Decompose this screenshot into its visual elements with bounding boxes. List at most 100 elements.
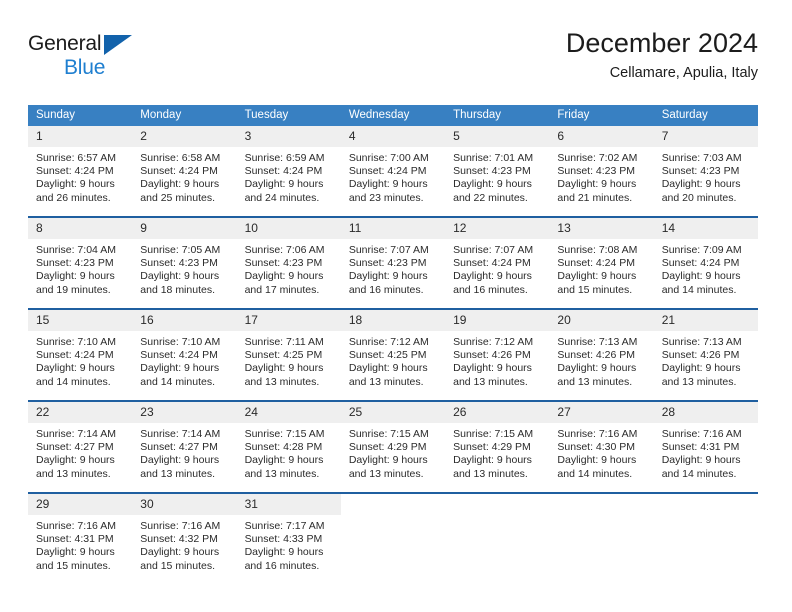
calendar-day-cell-empty bbox=[340, 492, 446, 576]
page-title: December 2024 bbox=[565, 28, 758, 58]
daylight-text-line2: and 13 minutes. bbox=[453, 375, 528, 388]
calendar-day-cell[interactable]: 14 Sunrise: 7:09 AM Sunset: 4:24 PM Dayligh… bbox=[653, 216, 758, 300]
week-spacer bbox=[28, 392, 758, 401]
day-number bbox=[340, 494, 446, 515]
sunset-text: Sunset: 4:28 PM bbox=[244, 441, 323, 454]
sunrise-text: Sunrise: 7:04 AM bbox=[36, 244, 116, 256]
calendar-day-cell[interactable]: 4 Sunrise: 7:00 AM Sunset: 4:24 PM Daylight… bbox=[340, 126, 446, 208]
daylight-text-line1: Daylight: 9 hours bbox=[348, 270, 428, 283]
daylight-text-line2: and 14 minutes. bbox=[557, 467, 633, 480]
calendar-day-cell[interactable]: 31 Sunrise: 7:17 AM Sunset: 4:33 PM Dayligh… bbox=[236, 492, 341, 576]
page-subtitle-location: Cellamare, Apulia, Italy bbox=[609, 65, 758, 81]
calendar-day-cell[interactable]: 26 Sunrise: 7:15 AM Sunset: 4:29 PM Dayligh… bbox=[445, 400, 550, 484]
calendar-week-row: 1 Sunrise: 6:57 AM Sunset: 4:24 PM Daylight… bbox=[28, 126, 758, 208]
calendar-day-cell[interactable]: 25 Sunrise: 7:15 AM Sunset: 4:29 PM Dayligh… bbox=[340, 400, 446, 484]
calendar-day-cell[interactable]: 30 Sunrise: 7:16 AM Sunset: 4:32 PM Dayligh… bbox=[132, 492, 237, 576]
day-sun-info: Sunrise: 6:59 AM Sunset: 4:24 PM Daylight:… bbox=[237, 147, 341, 205]
day-sun-info: Sunrise: 7:16 AM Sunset: 4:31 PM Daylight:… bbox=[654, 423, 758, 481]
calendar-day-cell[interactable]: 16 Sunrise: 7:10 AM Sunset: 4:24 PM Dayligh… bbox=[132, 308, 237, 392]
sunrise-text: Sunrise: 7:02 AM bbox=[557, 152, 638, 164]
day-number: 10 bbox=[236, 218, 341, 239]
title-block: December 2024 Cellamare, Apulia, Italy bbox=[566, 26, 758, 84]
calendar-page: General Blue December 2024 Cellamare, Ap… bbox=[0, 0, 792, 612]
calendar-day-cell[interactable]: 19 Sunrise: 7:12 AM Sunset: 4:26 PM Dayligh… bbox=[445, 308, 550, 392]
day-sun-info: Sunrise: 7:14 AM Sunset: 4:27 PM Daylight:… bbox=[132, 423, 236, 481]
sunrise-text: Sunrise: 7:07 AM bbox=[348, 244, 429, 256]
calendar-day-cell[interactable]: 12 Sunrise: 7:07 AM Sunset: 4:24 PM Dayligh… bbox=[445, 216, 550, 300]
day-sun-info: Sunrise: 7:17 AM Sunset: 4:33 PM Daylight:… bbox=[237, 515, 341, 573]
sunrise-text: Sunrise: 7:10 AM bbox=[36, 336, 116, 348]
sunset-text: Sunset: 4:24 PM bbox=[140, 165, 218, 178]
daylight-text-line2: and 13 minutes. bbox=[348, 375, 424, 388]
day-number: 20 bbox=[549, 310, 654, 331]
daylight-text-line1: Daylight: 9 hours bbox=[348, 178, 428, 191]
sunrise-text: Sunrise: 6:57 AM bbox=[36, 152, 116, 164]
daylight-text-line1: Daylight: 9 hours bbox=[36, 362, 115, 375]
daylight-text-line2: and 13 minutes. bbox=[140, 467, 215, 480]
calendar-day-cell[interactable]: 21 Sunrise: 7:13 AM Sunset: 4:26 PM Dayligh… bbox=[653, 308, 758, 392]
calendar-day-cell[interactable]: 8 Sunrise: 7:04 AM Sunset: 4:23 PM Daylight… bbox=[28, 216, 133, 300]
daylight-text-line1: Daylight: 9 hours bbox=[348, 454, 428, 467]
week-spacer-cell bbox=[28, 208, 758, 217]
calendar-day-cell[interactable]: 23 Sunrise: 7:14 AM Sunset: 4:27 PM Dayligh… bbox=[132, 400, 237, 484]
sunrise-text: Sunrise: 7:16 AM bbox=[140, 520, 221, 532]
calendar-day-cell[interactable]: 20 Sunrise: 7:13 AM Sunset: 4:26 PM Dayligh… bbox=[549, 308, 654, 392]
sunset-text: Sunset: 4:24 PM bbox=[453, 257, 531, 270]
daylight-text-line1: Daylight: 9 hours bbox=[557, 362, 637, 375]
day-number bbox=[445, 494, 550, 515]
sunrise-text: Sunrise: 7:13 AM bbox=[557, 336, 638, 348]
daylight-text-line1: Daylight: 9 hours bbox=[557, 178, 637, 191]
calendar-day-cell[interactable]: 28 Sunrise: 7:16 AM Sunset: 4:31 PM Dayligh… bbox=[653, 400, 758, 484]
calendar-day-cell[interactable]: 7 Sunrise: 7:03 AM Sunset: 4:23 PM Daylight… bbox=[653, 126, 758, 208]
calendar-day-cell[interactable]: 22 Sunrise: 7:14 AM Sunset: 4:27 PM Dayligh… bbox=[28, 400, 133, 484]
weekday-header-monday: Monday bbox=[132, 105, 237, 126]
sunset-text: Sunset: 4:27 PM bbox=[36, 441, 114, 454]
daylight-text-line1: Daylight: 9 hours bbox=[244, 546, 324, 559]
calendar-day-cell[interactable]: 10 Sunrise: 7:06 AM Sunset: 4:23 PM Dayligh… bbox=[236, 216, 341, 300]
weekday-header-friday: Friday bbox=[549, 105, 654, 126]
day-sun-info: Sunrise: 7:13 AM Sunset: 4:26 PM Daylight:… bbox=[654, 331, 758, 389]
day-sun-info: Sunrise: 7:03 AM Sunset: 4:23 PM Daylight:… bbox=[654, 147, 758, 205]
sunset-text: Sunset: 4:24 PM bbox=[557, 257, 636, 270]
calendar-day-cell[interactable]: 29 Sunrise: 7:16 AM Sunset: 4:31 PM Dayligh… bbox=[28, 492, 133, 576]
daylight-text-line1: Daylight: 9 hours bbox=[348, 362, 428, 375]
day-number: 14 bbox=[653, 218, 758, 239]
sunset-text: Sunset: 4:24 PM bbox=[140, 349, 218, 362]
calendar-day-cell[interactable]: 17 Sunrise: 7:11 AM Sunset: 4:25 PM Dayligh… bbox=[236, 308, 341, 392]
daylight-text-line1: Daylight: 9 hours bbox=[36, 270, 115, 283]
day-number: 25 bbox=[340, 402, 446, 423]
calendar-day-cell-empty bbox=[549, 492, 654, 576]
calendar-day-cell-empty bbox=[653, 492, 758, 576]
calendar-day-cell[interactable]: 13 Sunrise: 7:08 AM Sunset: 4:24 PM Dayligh… bbox=[549, 216, 654, 300]
sunrise-text: Sunrise: 7:00 AM bbox=[348, 152, 429, 164]
calendar-day-cell[interactable]: 18 Sunrise: 7:12 AM Sunset: 4:25 PM Dayligh… bbox=[340, 308, 446, 392]
daylight-text-line2: and 16 minutes. bbox=[244, 559, 320, 572]
calendar-day-cell[interactable]: 15 Sunrise: 7:10 AM Sunset: 4:24 PM Dayligh… bbox=[28, 308, 133, 392]
day-number: 12 bbox=[445, 218, 550, 239]
daylight-text-line2: and 18 minutes. bbox=[140, 283, 215, 296]
calendar-day-cell[interactable]: 1 Sunrise: 6:57 AM Sunset: 4:24 PM Daylight… bbox=[28, 126, 133, 208]
weekday-header-thursday: Thursday bbox=[445, 105, 550, 126]
day-number: 5 bbox=[445, 126, 550, 147]
calendar-week-row: 22 Sunrise: 7:14 AM Sunset: 4:27 PM Dayligh… bbox=[28, 400, 758, 484]
sunrise-text: Sunrise: 7:06 AM bbox=[244, 244, 325, 256]
week-spacer bbox=[28, 208, 758, 217]
calendar-day-cell[interactable]: 2 Sunrise: 6:58 AM Sunset: 4:24 PM Daylight… bbox=[132, 126, 237, 208]
calendar-day-cell[interactable]: 24 Sunrise: 7:15 AM Sunset: 4:28 PM Dayligh… bbox=[236, 400, 341, 484]
calendar-day-cell[interactable]: 11 Sunrise: 7:07 AM Sunset: 4:23 PM Dayligh… bbox=[340, 216, 446, 300]
week-spacer-cell bbox=[28, 300, 758, 309]
sunset-text: Sunset: 4:30 PM bbox=[557, 441, 636, 454]
general-blue-logo[interactable]: General Blue bbox=[28, 32, 248, 88]
daylight-text-line2: and 14 minutes. bbox=[140, 375, 215, 388]
daylight-text-line2: and 23 minutes. bbox=[348, 191, 424, 204]
calendar-day-cell[interactable]: 9 Sunrise: 7:05 AM Sunset: 4:23 PM Daylight… bbox=[132, 216, 237, 300]
calendar-day-cell[interactable]: 3 Sunrise: 6:59 AM Sunset: 4:24 PM Daylight… bbox=[236, 126, 341, 208]
sunset-text: Sunset: 4:26 PM bbox=[453, 349, 531, 362]
calendar-header-row: Sunday Monday Tuesday Wednesday Thursday Frid… bbox=[28, 105, 758, 126]
daylight-text-line2: and 25 minutes. bbox=[140, 191, 215, 204]
calendar-day-cell[interactable]: 6 Sunrise: 7:02 AM Sunset: 4:23 PM Daylight… bbox=[549, 126, 654, 208]
daylight-text-line1: Daylight: 9 hours bbox=[244, 362, 324, 375]
calendar-day-cell[interactable]: 5 Sunrise: 7:01 AM Sunset: 4:23 PM Daylight… bbox=[445, 126, 550, 208]
calendar-day-cell[interactable]: 27 Sunrise: 7:16 AM Sunset: 4:30 PM Dayligh… bbox=[549, 400, 654, 484]
daylight-text-line1: Daylight: 9 hours bbox=[140, 546, 220, 559]
